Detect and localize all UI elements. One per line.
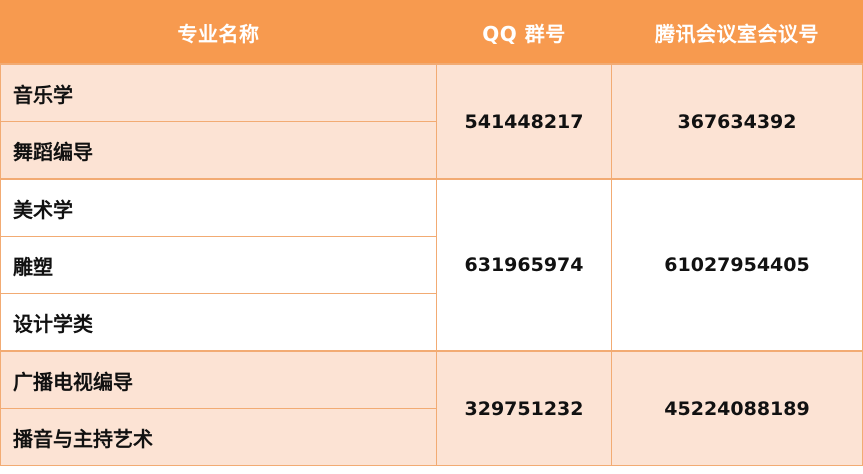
group-broadcasting: 广播电视编导 329751232 45224088189 播音与主持艺术 <box>0 350 863 466</box>
table-header-row: 专业名称 QQ 群号 腾讯会议室会议号 <box>0 0 863 65</box>
group-fine-arts-design: 美术学 631965974 61027954405 雕塑 设计学类 <box>0 178 863 352</box>
meeting-id-cell: 61027954405 <box>611 178 863 352</box>
major-name-cell: 音乐学 <box>0 63 437 122</box>
qq-group-cell: 541448217 <box>436 63 612 180</box>
table-row: 音乐学 541448217 367634392 <box>0 63 863 180</box>
major-name-cell: 美术学 <box>0 178 437 237</box>
qq-group-cell: 329751232 <box>436 350 612 466</box>
table-row: 广播电视编导 329751232 45224088189 <box>0 350 863 466</box>
major-name-cell: 舞蹈编导 <box>0 121 437 180</box>
major-name-cell: 设计学类 <box>0 293 437 352</box>
table-row: 美术学 631965974 61027954405 <box>0 178 863 352</box>
meeting-id-cell: 45224088189 <box>611 350 863 466</box>
group-music-dance: 音乐学 541448217 367634392 舞蹈编导 <box>0 63 863 180</box>
major-name-cell: 广播电视编导 <box>0 350 437 409</box>
major-name-cell: 雕塑 <box>0 236 437 294</box>
header-tencent-meeting: 腾讯会议室会议号 <box>611 0 863 65</box>
header-qq-group: QQ 群号 <box>436 0 612 65</box>
major-contact-table: 专业名称 QQ 群号 腾讯会议室会议号 音乐学 541448217 367634… <box>0 0 863 466</box>
major-name-cell: 播音与主持艺术 <box>0 408 437 466</box>
qq-group-cell: 631965974 <box>436 178 612 352</box>
meeting-id-cell: 367634392 <box>611 63 863 180</box>
header-major-name: 专业名称 <box>0 0 437 65</box>
